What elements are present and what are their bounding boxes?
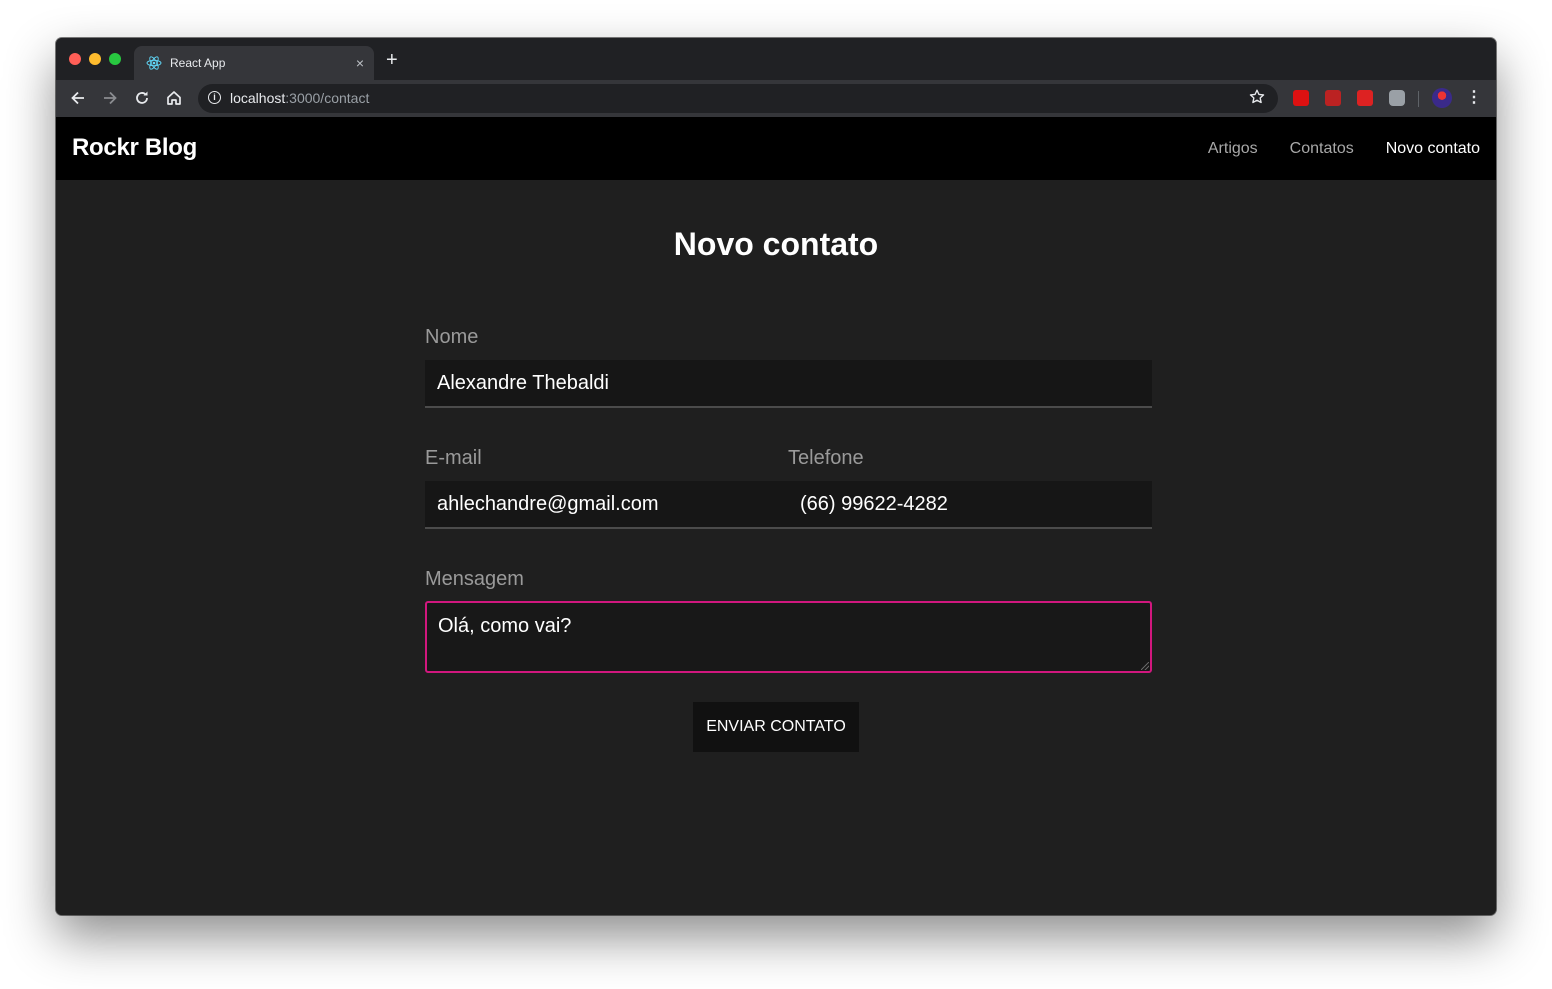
tab-close-icon[interactable]: × [356, 54, 364, 72]
profile-avatar[interactable] [1432, 88, 1452, 108]
nav-links: Artigos Contatos Novo contato [1208, 139, 1480, 159]
nav-link-artigos[interactable]: Artigos [1208, 139, 1258, 159]
home-icon[interactable] [164, 88, 184, 108]
star-icon[interactable] [1248, 88, 1266, 106]
email-label: E-mail [425, 447, 482, 469]
message-label: Mensagem [425, 568, 524, 590]
phone-label: Telefone [788, 447, 864, 469]
name-label: Nome [425, 326, 479, 348]
nav-link-novo-contato[interactable]: Novo contato [1386, 139, 1480, 159]
browser-toolbar: i localhost:3000/contact ⋮ [56, 80, 1496, 117]
message-textarea[interactable]: Olá, como vai? [425, 601, 1152, 673]
camera-extension-icon[interactable] [1389, 90, 1405, 106]
nav-link-contatos[interactable]: Contatos [1290, 139, 1354, 159]
browser-tab[interactable]: React App × [134, 46, 374, 80]
tab-strip: React App × + [56, 38, 1496, 80]
page-title: Novo contato [673, 226, 879, 262]
site-navbar: Rockr Blog Artigos Contatos Novo contato [56, 117, 1496, 180]
arrow-left-icon[interactable] [68, 88, 88, 108]
close-window-button[interactable] [69, 53, 81, 65]
browser-window: React App × + i localhost:3000/contact ⋮… [56, 38, 1496, 915]
site-brand[interactable]: Rockr Blog [72, 134, 197, 162]
name-input[interactable] [425, 360, 1152, 408]
react-logo-icon [146, 56, 162, 70]
resize-handle-icon[interactable] [1141, 662, 1149, 670]
toolbar-divider [1418, 91, 1419, 107]
url-text: localhost:3000/contact [230, 90, 370, 106]
address-bar[interactable]: i localhost:3000/contact [198, 84, 1278, 113]
cors-extension-icon[interactable] [1357, 90, 1373, 106]
kebab-menu-icon[interactable]: ⋮ [1466, 88, 1482, 108]
minimize-window-button[interactable] [89, 53, 101, 65]
adblock-extension-icon[interactable] [1293, 90, 1309, 106]
page-content: Rockr Blog Artigos Contatos Novo contato… [56, 117, 1496, 915]
info-icon[interactable]: i [208, 91, 221, 104]
zoom-window-button[interactable] [109, 53, 121, 65]
tab-title: React App [170, 56, 226, 70]
phone-input[interactable] [788, 481, 1152, 529]
email-input[interactable] [425, 481, 789, 529]
arrow-right-icon[interactable] [100, 88, 120, 108]
new-tab-button[interactable]: + [386, 50, 398, 70]
submit-contact-button[interactable]: ENVIAR CONTATO [693, 702, 859, 752]
reload-icon[interactable] [132, 88, 152, 108]
extension-icon[interactable] [1325, 90, 1341, 106]
